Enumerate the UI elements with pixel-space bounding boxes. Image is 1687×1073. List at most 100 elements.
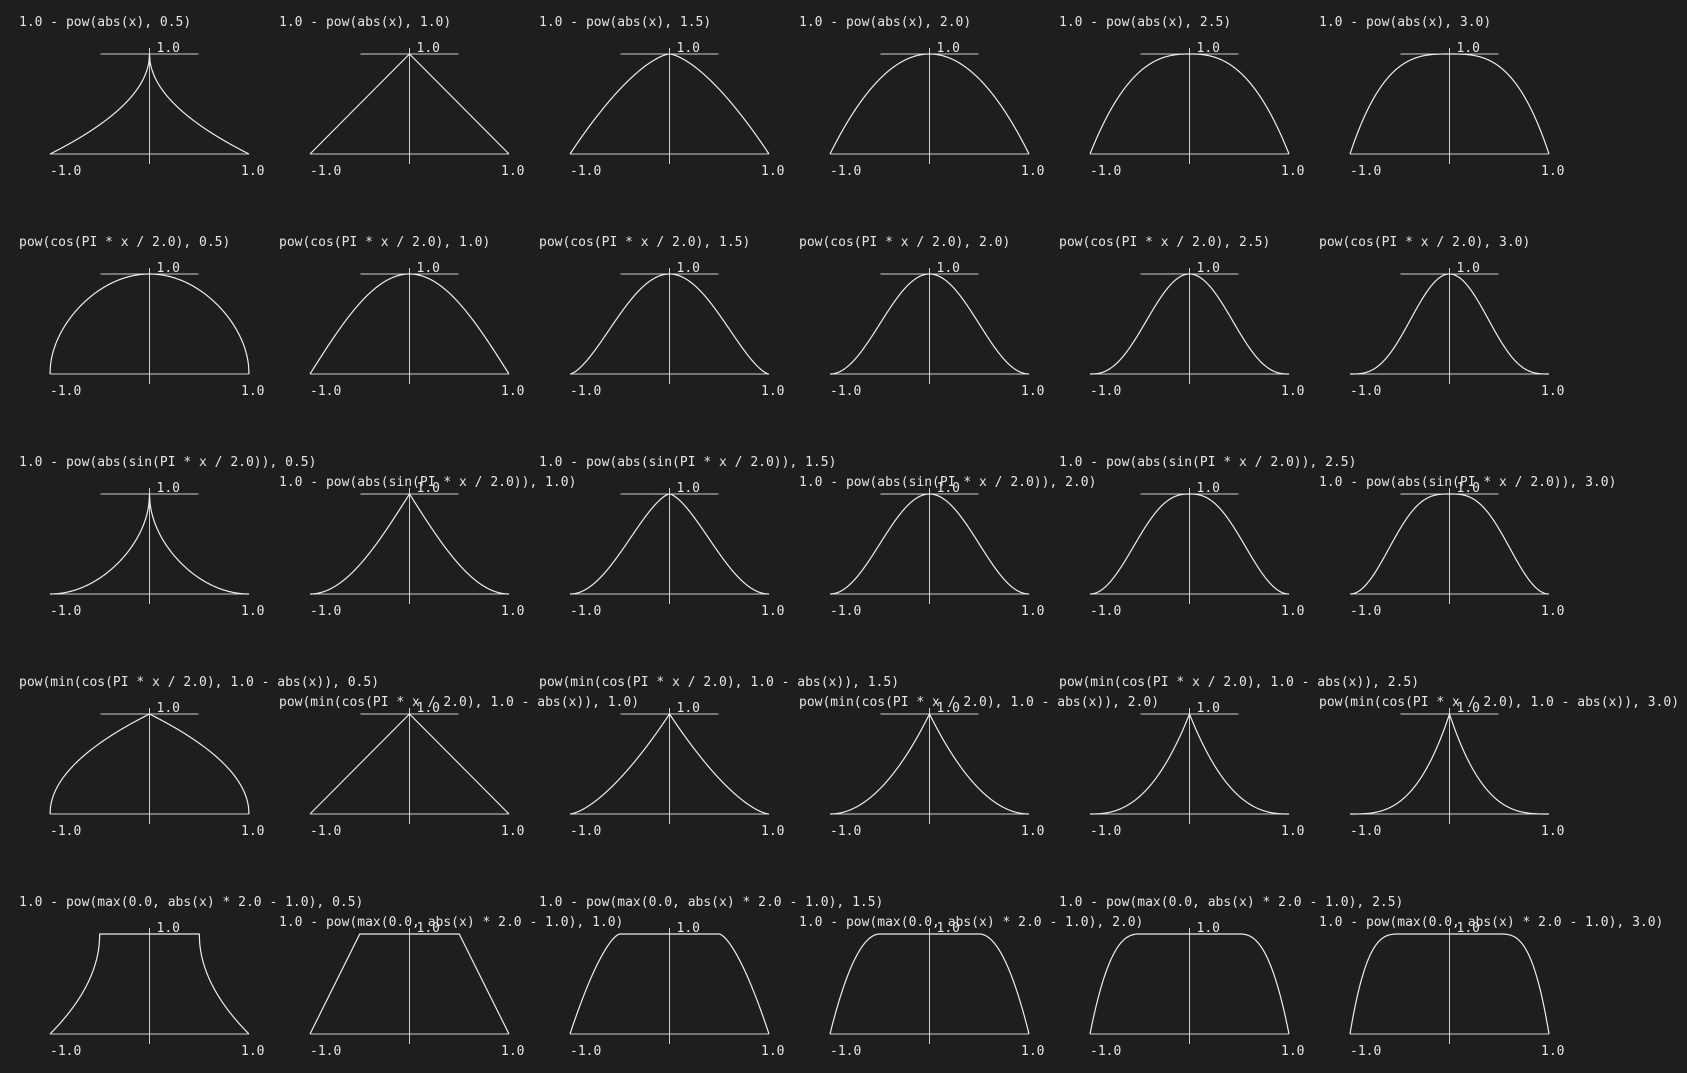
x-tick-max-label: 1.0 xyxy=(241,1044,264,1059)
y-max-label: 1.0 xyxy=(677,41,700,56)
chart-title: 1.0 - pow(max(0.0, abs(x) * 2.0 - 1.0), … xyxy=(1059,895,1403,910)
subplot: 1.0-1.0 1.0 xyxy=(49,41,264,179)
y-max-label: 1.0 xyxy=(157,701,180,716)
y-max-label: 1.0 xyxy=(677,261,700,276)
chart-title: 1.0 - pow(max(0.0, abs(x) * 2.0 - 1.0), … xyxy=(539,895,883,910)
x-tick-min-label: -1.0 xyxy=(50,384,81,399)
x-tick-min-label: -1.0 xyxy=(1350,164,1381,179)
subplot: 1.0-1.0 1.0 xyxy=(49,921,264,1059)
x-tick-min-label: -1.0 xyxy=(1350,824,1381,839)
chart-grid-svg: 1.0 - pow(abs(x), 0.5) 1.0 -1.0 1.0 1.0 - po… xyxy=(19,15,1679,1059)
chart-title: 1.0 - pow(max(0.0, abs(x) * 2.0 - 1.0), … xyxy=(799,915,1143,930)
x-tick-min-label: -1.0 xyxy=(310,164,341,179)
chart-title: 1.0 - pow(abs(x), 0.5) xyxy=(19,15,191,30)
x-tick-min-label: -1.0 xyxy=(570,604,601,619)
y-max-label: 1.0 xyxy=(937,261,960,276)
x-tick-min-label: -1.0 xyxy=(830,824,861,839)
subplot: 1.0 -1.0 1.0 xyxy=(569,701,784,839)
subplot: 1.0-1.0 1.0 xyxy=(829,481,1044,619)
subplot: 1.0-1.0 1.0 xyxy=(829,921,1044,1059)
x-tick-min-label: -1.0 xyxy=(50,1044,81,1059)
chart-title: 1.0 - pow(abs(sin(PI * x / 2.0)), 0.5) xyxy=(19,455,316,470)
chart-title: 1.0 - pow(max(0.0, abs(x) * 2.0 - 1.0), … xyxy=(279,915,623,930)
subplot: 1.0-1.0 1.0 xyxy=(1349,921,1564,1059)
x-tick-max-label: 1.0 xyxy=(241,604,264,619)
x-tick-min-label: -1.0 xyxy=(1090,1044,1121,1059)
subplot: 1.0-1.0 1.0 xyxy=(829,41,1044,179)
y-max-label: 1.0 xyxy=(1457,261,1480,276)
y-max-label: 1.0 xyxy=(1197,41,1220,56)
x-tick-max-label: 1.0 xyxy=(241,824,264,839)
x-tick-min-label: -1.0 xyxy=(310,604,341,619)
y-max-label: 1.0 xyxy=(677,701,700,716)
x-tick-max-label: 1.0 xyxy=(1281,824,1304,839)
x-tick-max-label: 1.0 xyxy=(241,384,264,399)
chart-title: 1.0 - pow(max(0.0, abs(x) * 2.0 - 1.0), … xyxy=(19,895,363,910)
chart-title: pow(min(cos(PI * x / 2.0), 1.0 - abs(x))… xyxy=(539,675,899,690)
y-max-label: 1.0 xyxy=(1197,481,1220,496)
x-tick-min-label: -1.0 xyxy=(310,1044,341,1059)
y-max-label: 1.0 xyxy=(677,481,700,496)
chart-title: pow(cos(PI * x / 2.0), 2.0) xyxy=(799,235,1010,250)
y-max-label: 1.0 xyxy=(1197,701,1220,716)
subplot: 1.0-1.0 1.0 xyxy=(49,701,264,839)
subplot: 1.0-1.0 1.0 xyxy=(569,921,784,1059)
subplot: 1.0-1.0 1.0 xyxy=(309,261,524,399)
x-tick-min-label: -1.0 xyxy=(830,164,861,179)
subplot: 1.0-1.0 1.0 xyxy=(1350,701,1564,839)
y-max-label: 1.0 xyxy=(937,701,960,716)
subplot: 1.0-1.0 1.0 xyxy=(829,261,1044,399)
y-max-label: 1.0 xyxy=(157,41,180,56)
x-tick-min-label: -1.0 xyxy=(1090,604,1121,619)
chart-title: 1.0 - pow(abs(x), 2.5) xyxy=(1059,15,1231,30)
x-tick-min-label: -1.0 xyxy=(570,1044,601,1059)
subplot: 1.0-1.0 1.0 xyxy=(1349,41,1564,179)
y-max-label: 1.0 xyxy=(1457,701,1480,716)
chart-grid: 1.0 - pow(abs(x), 0.5) 1.0 -1.0 1.0 1.0 - po… xyxy=(0,0,1687,1068)
subplot: 1.0 -1.0 1.0 xyxy=(1349,481,1564,619)
x-tick-max-label: 1.0 xyxy=(761,164,784,179)
x-tick-max-label: 1.0 xyxy=(1021,1044,1044,1059)
subplot: 1.0 -1.0 1.0 xyxy=(569,41,784,179)
x-tick-max-label: 1.0 xyxy=(761,1044,784,1059)
x-tick-max-label: 1.0 xyxy=(1021,824,1044,839)
y-max-label: 1.0 xyxy=(417,41,440,56)
x-tick-min-label: -1.0 xyxy=(310,824,341,839)
subplot: 1.0-1.0 1.0 xyxy=(49,261,264,399)
subplot: 1.0-1.0 1.0 xyxy=(1089,921,1304,1059)
x-tick-max-label: 1.0 xyxy=(1541,384,1564,399)
x-tick-max-label: 1.0 xyxy=(1541,604,1564,619)
x-tick-max-label: 1.0 xyxy=(1281,604,1304,619)
x-tick-max-label: 1.0 xyxy=(1021,164,1044,179)
subplot: 1.0 -1.0 1.0 xyxy=(1350,261,1564,399)
x-tick-max-label: 1.0 xyxy=(1021,604,1044,619)
subplot: 1.0-1.0 1.0 xyxy=(310,481,524,619)
x-tick-min-label: -1.0 xyxy=(570,164,601,179)
x-tick-min-label: -1.0 xyxy=(1350,604,1381,619)
x-tick-min-label: -1.0 xyxy=(50,604,81,619)
y-max-label: 1.0 xyxy=(157,481,180,496)
x-tick-max-label: 1.0 xyxy=(761,384,784,399)
chart-title: pow(min(cos(PI * x / 2.0), 1.0 - abs(x))… xyxy=(19,675,379,690)
x-tick-min-label: -1.0 xyxy=(1350,384,1381,399)
chart-title: 1.0 - pow(abs(sin(PI * x / 2.0)), 1.5) xyxy=(539,455,836,470)
x-tick-min-label: -1.0 xyxy=(570,824,601,839)
chart-title: pow(min(cos(PI * x / 2.0), 1.0 - abs(x))… xyxy=(1059,675,1419,690)
chart-title: pow(cos(PI * x / 2.0), 1.5) xyxy=(539,235,750,250)
subplot: 1.0-1.0 1.0 xyxy=(309,921,524,1059)
subplot: 1.0-1.0 1.0 xyxy=(309,41,524,179)
x-tick-max-label: 1.0 xyxy=(761,824,784,839)
chart-title: 1.0 - pow(max(0.0, abs(x) * 2.0 - 1.0), … xyxy=(1319,915,1663,930)
subplot: 1.0 -1.0 1.0 xyxy=(830,701,1044,839)
chart-title: 1.0 - pow(abs(x), 3.0) xyxy=(1319,15,1491,30)
y-max-label: 1.0 xyxy=(1457,481,1480,496)
x-tick-max-label: 1.0 xyxy=(1541,1044,1564,1059)
x-tick-max-label: 1.0 xyxy=(1541,164,1564,179)
subplot: 1.0-1.0 1.0 xyxy=(570,481,784,619)
chart-title: pow(min(cos(PI * x / 2.0), 1.0 - abs(x))… xyxy=(799,695,1159,710)
y-max-label: 1.0 xyxy=(417,481,440,496)
chart-title: 1.0 - pow(abs(x), 1.0) xyxy=(279,15,451,30)
x-tick-min-label: -1.0 xyxy=(830,1044,861,1059)
x-tick-max-label: 1.0 xyxy=(241,164,264,179)
chart-title: 1.0 - pow(abs(sin(PI * x / 2.0)), 2.5) xyxy=(1059,455,1356,470)
